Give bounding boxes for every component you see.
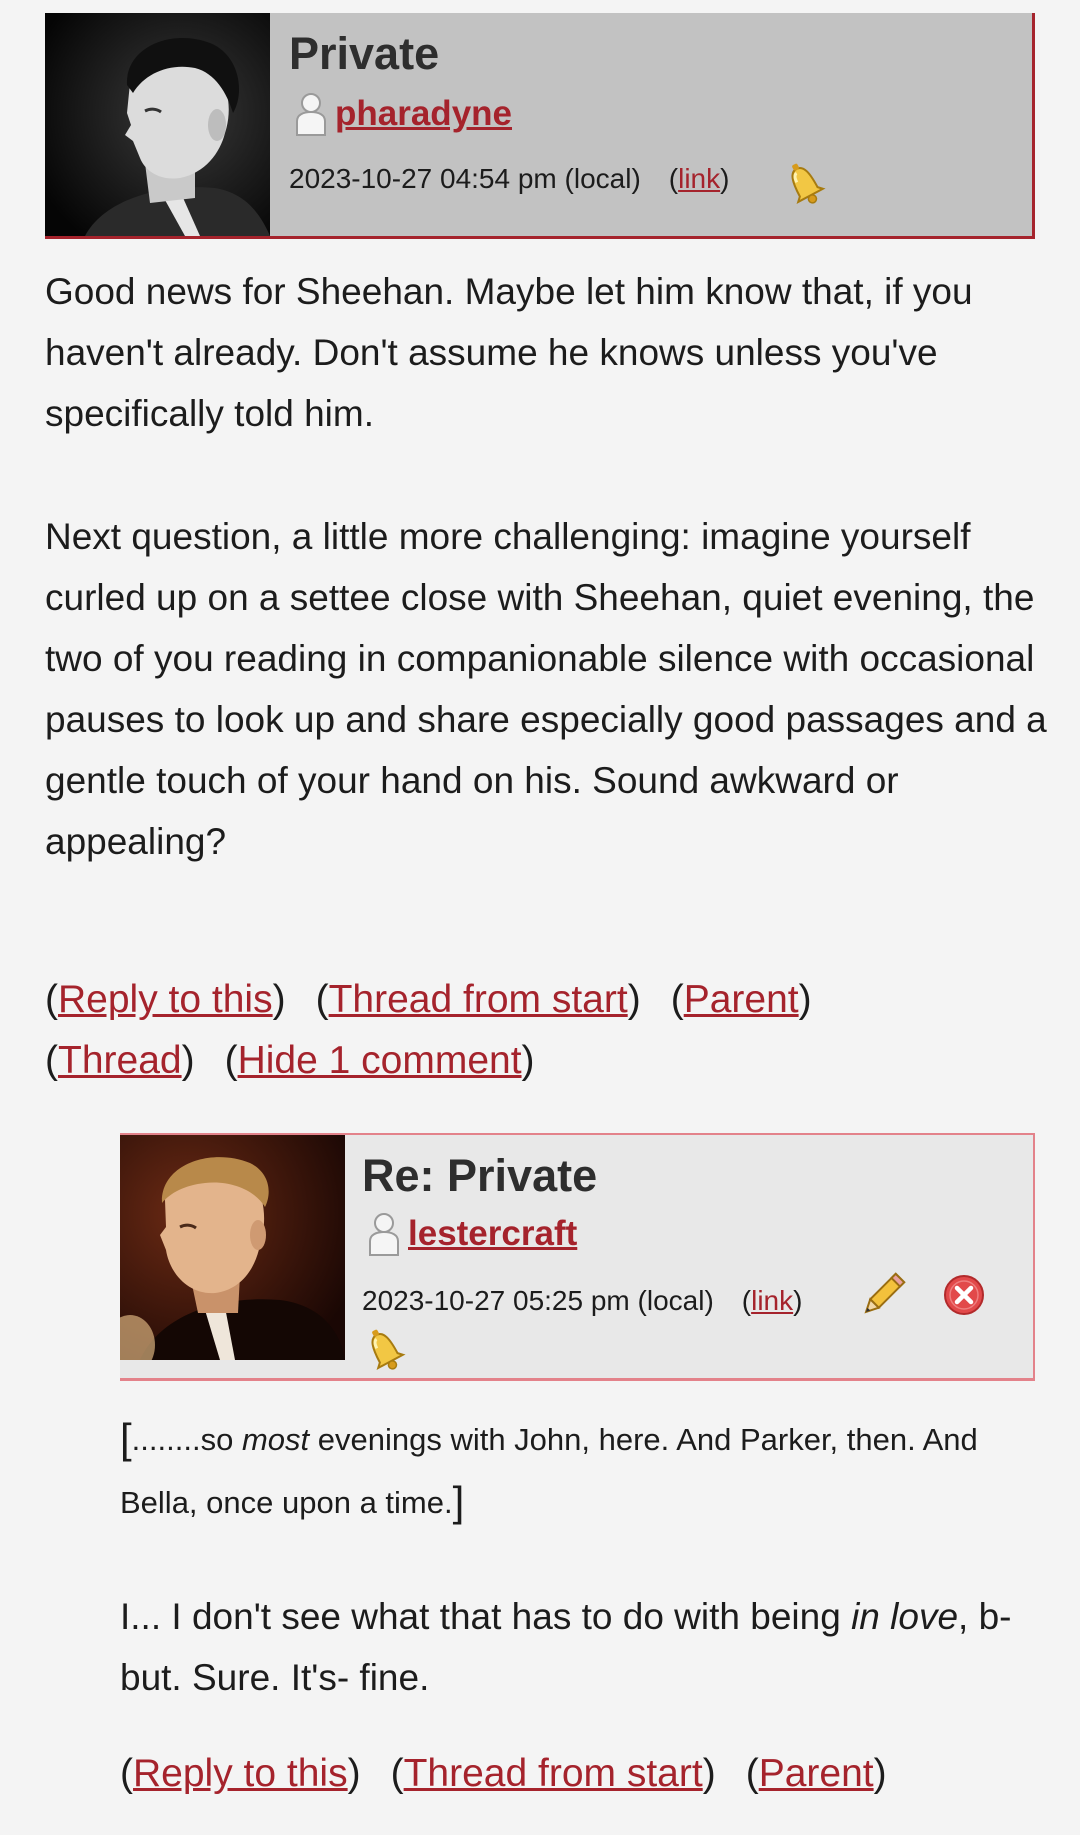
user-icon[interactable] — [293, 91, 329, 137]
permalink-link[interactable]: link — [751, 1285, 793, 1316]
thread-from-start-link[interactable]: Thread from start — [404, 1752, 703, 1795]
comment-subject: Private — [289, 28, 440, 79]
parent-link[interactable]: Parent — [684, 978, 799, 1021]
edit-icon[interactable] — [857, 1269, 909, 1321]
parent-link[interactable]: Parent — [759, 1752, 874, 1795]
delete-icon[interactable] — [942, 1273, 986, 1317]
comment-actions: (Reply to this) (Thread from start) (Paren… — [45, 978, 812, 1021]
comment-body-paragraph: I... I don't see what that has to do wit… — [120, 1596, 1012, 1698]
comment-body-paragraph: Next question, a little more challenging… — [45, 516, 1047, 862]
avatar[interactable] — [120, 1135, 345, 1360]
bell-icon[interactable] — [780, 157, 828, 209]
poster: pharadyne — [293, 91, 512, 137]
thread-link[interactable]: Thread — [58, 1039, 182, 1082]
reply-link[interactable]: Reply to this — [58, 978, 273, 1021]
permalink: (link) — [668, 163, 730, 194]
action-text: [........so most evenings with John, her… — [120, 1415, 978, 1525]
comment-header: Private pharadyne 2023-10-27 04:54 pm (l… — [45, 13, 1035, 239]
thread-from-start-link[interactable]: Thread from start — [329, 978, 628, 1021]
timestamp: 2023-10-27 05:25 pm (local) — [362, 1285, 714, 1316]
comment-actions: (Reply to this) (Thread from start) (Paren… — [120, 1752, 887, 1795]
poster: lestercraft — [366, 1211, 577, 1257]
comment-subject: Re: Private — [362, 1150, 598, 1201]
permalink: (link) — [741, 1285, 803, 1316]
username-link[interactable]: lestercraft — [408, 1214, 577, 1254]
bell-icon[interactable] — [360, 1323, 408, 1375]
timestamp: 2023-10-27 04:54 pm (local) — [289, 163, 641, 194]
reply-comment-header: Re: Private lestercraft 2023-10-27 05:25… — [120, 1133, 1035, 1381]
avatar[interactable] — [45, 13, 270, 236]
comment-actions: (Thread) (Hide 1 comment) — [45, 1039, 535, 1082]
user-icon[interactable] — [366, 1211, 402, 1257]
comment-dateline: 2023-10-27 04:54 pm (local) (link) — [289, 163, 729, 195]
comment-dateline: 2023-10-27 05:25 pm (local) (link) — [362, 1285, 802, 1317]
comment-body-paragraph: Good news for Sheehan. Maybe let him kno… — [45, 271, 973, 434]
username-link[interactable]: pharadyne — [335, 94, 512, 134]
hide-comments-link[interactable]: Hide 1 comment — [238, 1039, 522, 1082]
reply-link[interactable]: Reply to this — [133, 1752, 348, 1795]
permalink-link[interactable]: link — [678, 163, 720, 194]
